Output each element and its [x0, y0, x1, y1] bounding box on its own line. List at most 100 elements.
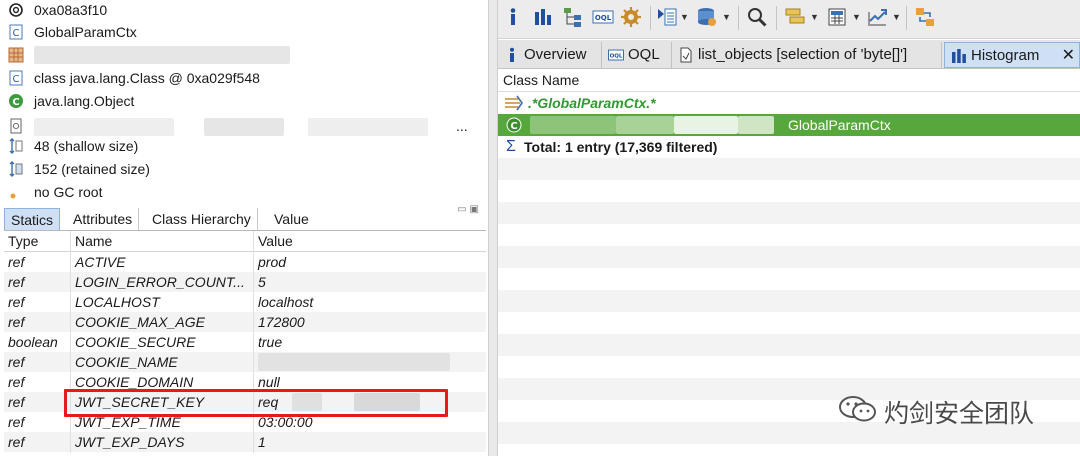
overview-button[interactable]	[502, 6, 524, 28]
thread-overview-button[interactable]	[620, 6, 642, 28]
cell-name: LOCALHOST	[75, 294, 160, 310]
chevron-down-icon[interactable]: ▼	[892, 12, 901, 22]
wechat-logo-icon	[839, 396, 876, 422]
toolbar-separator	[776, 6, 777, 30]
redacted-loader-1	[34, 118, 174, 136]
group-by-button[interactable]	[784, 6, 806, 28]
inspector-pane: 0xa08a3f10 C GlobalParamCtx C class java…	[0, 0, 488, 456]
cell-name: JWT_EXP_DAYS	[75, 434, 185, 450]
histogram-button[interactable]	[532, 6, 554, 28]
tab-histogram[interactable]: Histogram ✕	[944, 42, 1080, 68]
column-header-type[interactable]: Type	[8, 231, 38, 251]
shallow-size-icon	[9, 138, 23, 154]
column-divider	[253, 231, 254, 453]
redacted-package-2	[616, 116, 674, 134]
chevron-down-icon[interactable]: ▼	[852, 12, 861, 22]
super-class: java.lang.Object	[34, 93, 135, 109]
compare-button[interactable]	[914, 6, 936, 28]
toolbar-separator	[650, 6, 651, 30]
document-icon	[680, 47, 692, 63]
find-object-button[interactable]	[746, 6, 768, 28]
histogram-icon	[952, 49, 966, 63]
chevron-down-icon[interactable]: ▼	[810, 12, 819, 22]
empty-row	[498, 224, 1080, 246]
cell-value: prod	[258, 254, 287, 270]
shallow-size: 48 (shallow size)	[34, 138, 139, 154]
dominator-tree-button[interactable]	[562, 6, 584, 28]
calculator-icon	[828, 8, 846, 26]
main-toolbar: OQL ▼ ▼ ▼ ▼ ▼	[498, 0, 1080, 39]
export-button[interactable]	[866, 6, 888, 28]
table-row-selected[interactable]: C GlobalParamCtx	[498, 114, 1080, 136]
chevron-down-icon[interactable]: ▼	[722, 12, 731, 22]
cell-name: COOKIE_MAX_AGE	[75, 314, 205, 330]
cell-value: localhost	[258, 294, 314, 310]
retained-size-icon	[9, 161, 23, 177]
class-icon: C	[506, 117, 522, 133]
cell-name: COOKIE_SECURE	[75, 334, 196, 350]
table-row[interactable]: ref ACTIVE prod	[4, 252, 486, 272]
histogram-header: Class Name	[498, 69, 1080, 92]
object-address: 0xa08a3f10	[34, 2, 108, 18]
table-row[interactable]: ref LOGIN_ERROR_COUNT... 5	[4, 272, 486, 292]
tab-label: list_objects [selection of 'byte[]']	[698, 46, 908, 63]
cell-name: LOGIN_ERROR_COUNT...	[75, 274, 245, 290]
empty-row	[498, 334, 1080, 356]
tab-attributes[interactable]: Attributes	[67, 208, 140, 230]
empty-row	[498, 158, 1080, 180]
filter-row[interactable]: .*GlobalParamCtx.*	[498, 92, 1080, 114]
column-header-class-name[interactable]: Class Name	[503, 69, 579, 91]
cell-name: COOKIE_NAME	[75, 354, 178, 370]
table-row[interactable]: ref JWT_EXP_DAYS 1	[4, 432, 486, 452]
empty-row	[498, 268, 1080, 290]
cell-type: boolean	[8, 334, 58, 350]
run-report-button[interactable]	[656, 6, 678, 28]
at-icon	[9, 3, 23, 17]
gc-root-status: no GC root	[34, 184, 103, 200]
empty-row	[498, 202, 1080, 224]
table-row[interactable]: ref COOKIE_MAX_AGE 172800	[4, 312, 486, 332]
tab-statics[interactable]: Statics	[4, 208, 61, 230]
close-tab-icon[interactable]: ✕	[1062, 43, 1075, 67]
tab-label: Overview	[524, 46, 587, 63]
cell-type: ref	[8, 414, 25, 430]
column-header-name[interactable]: Name	[75, 231, 112, 251]
svg-text:C: C	[510, 121, 517, 132]
column-header-value[interactable]: Value	[258, 231, 293, 251]
table-row[interactable]: ref COOKIE_NAME	[4, 352, 486, 372]
tab-label: OQL	[628, 46, 660, 63]
pane-splitter[interactable]	[488, 0, 498, 456]
redacted-package-3	[674, 116, 738, 134]
tab-overview[interactable]: Overview	[498, 42, 602, 68]
secret-key-highlight-box	[64, 389, 448, 417]
cell-type: ref	[8, 314, 25, 330]
cell-value: 1	[258, 434, 266, 450]
column-divider	[70, 231, 71, 453]
table-row[interactable]: boolean COOKIE_SECURE true	[4, 332, 486, 352]
report-icon	[658, 8, 677, 26]
superclass-icon: C	[9, 94, 23, 108]
table-row[interactable]: ref LOCALHOST localhost	[4, 292, 486, 312]
loader-ellipsis: ...	[456, 118, 468, 134]
minimize-maximize-controls[interactable]: ▭▣	[457, 204, 482, 215]
svg-text:C: C	[12, 97, 19, 108]
svg-text:C: C	[13, 74, 20, 85]
tab-class-hierarchy[interactable]: Class Hierarchy	[146, 208, 258, 230]
tab-label: Histogram	[971, 47, 1040, 64]
calculate-button[interactable]	[826, 6, 848, 28]
oql-button[interactable]: OQL	[592, 6, 614, 28]
tab-oql[interactable]: OQL OQL	[602, 42, 672, 68]
selected-class-name: GlobalParamCtx	[788, 117, 891, 133]
query-browser-button[interactable]	[696, 6, 718, 28]
redacted-package	[34, 46, 290, 64]
total-row: Σ Total: 1 entry (17,369 filtered)	[498, 136, 1080, 158]
redacted-package-4	[738, 116, 774, 134]
redacted-loader-2	[204, 118, 284, 136]
chevron-down-icon[interactable]: ▼	[680, 12, 689, 22]
empty-row	[498, 312, 1080, 334]
tab-value[interactable]: Value	[268, 208, 315, 230]
filter-pattern: .*GlobalParamCtx.*	[528, 95, 656, 111]
group-icon	[785, 8, 805, 24]
class-file-icon: C	[9, 24, 23, 40]
tab-list-objects[interactable]: list_objects [selection of 'byte[]']	[672, 42, 942, 68]
